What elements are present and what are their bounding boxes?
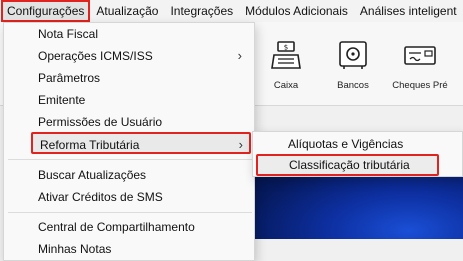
submenu-item-aliquotas-vigencias[interactable]: Alíquotas e Vigências [253,133,462,155]
menu-item-emitente[interactable]: Emitente [4,89,254,111]
menubar: Configurações Atualização Integrações Mó… [0,0,463,22]
svg-text:$: $ [284,44,288,52]
menu-item-label: Buscar Atualizações [38,168,147,182]
menu-item-minhas-notas[interactable]: Minhas Notas [4,238,254,260]
chevron-right-icon: › [237,48,242,63]
menu-item-label: Nota Fiscal [38,27,99,41]
menu-item-ativar-creditos-sms[interactable]: Ativar Créditos de SMS [4,186,254,208]
check-icon [403,38,437,72]
configuracoes-dropdown: Nota Fiscal Operações ICMS/ISS › Parâmetr… [3,22,255,261]
menu-modulos-adicionais[interactable]: Módulos Adicionais [239,0,354,22]
chevron-right-icon: › [238,137,243,152]
menu-item-label: Ativar Créditos de SMS [38,190,163,204]
menu-item-label: Operações ICMS/ISS [38,49,153,63]
menu-separator [8,212,252,213]
bancos-label: Bancos [337,80,369,91]
menu-analises-inteligentes[interactable]: Análises inteligent [354,0,463,22]
menu-separator [8,159,252,160]
caixa-button[interactable]: $ Caixa [256,38,316,91]
menu-item-label: Minhas Notas [38,242,112,256]
bancos-button[interactable]: Bancos [323,38,383,91]
menu-atualizacao[interactable]: Atualização [90,0,164,22]
caixa-label: Caixa [273,80,299,91]
menu-item-operacoes-icms-iss[interactable]: Operações ICMS/ISS › [4,45,254,67]
menu-item-permissoes-usuario[interactable]: Permissões de Usuário [4,111,254,133]
menu-item-label: Classificação tributária [289,158,410,172]
menu-integracoes[interactable]: Integrações [164,0,239,22]
menu-item-central-compartilhamento[interactable]: Central de Compartilhamento [4,216,254,238]
menu-configuracoes[interactable]: Configurações [1,0,91,22]
menu-item-label: Reforma Tributária [40,138,140,152]
menu-item-parametros[interactable]: Parâmetros [4,67,254,89]
cheques-pre-label: Cheques Pré [392,80,448,91]
cheques-pre-button[interactable]: Cheques Pré [390,38,450,91]
menu-item-label: Alíquotas e Vigências [288,137,404,151]
menu-item-label: Parâmetros [38,71,101,85]
reforma-tributaria-submenu: Alíquotas e Vigências Classificação trib… [252,131,463,177]
menu-item-nota-fiscal[interactable]: Nota Fiscal [4,23,254,45]
submenu-item-classificacao-tributaria[interactable]: Classificação tributária [256,154,439,176]
cash-register-icon: $ [269,38,303,72]
menu-item-label: Emitente [38,93,86,107]
menu-item-label: Central de Compartilhamento [38,220,195,234]
menu-item-label: Permissões de Usuário [38,115,163,129]
menu-item-reforma-tributaria[interactable]: Reforma Tributária › [31,132,251,154]
safe-icon [336,38,370,72]
menu-item-buscar-atualizacoes[interactable]: Buscar Atualizações [4,164,254,186]
